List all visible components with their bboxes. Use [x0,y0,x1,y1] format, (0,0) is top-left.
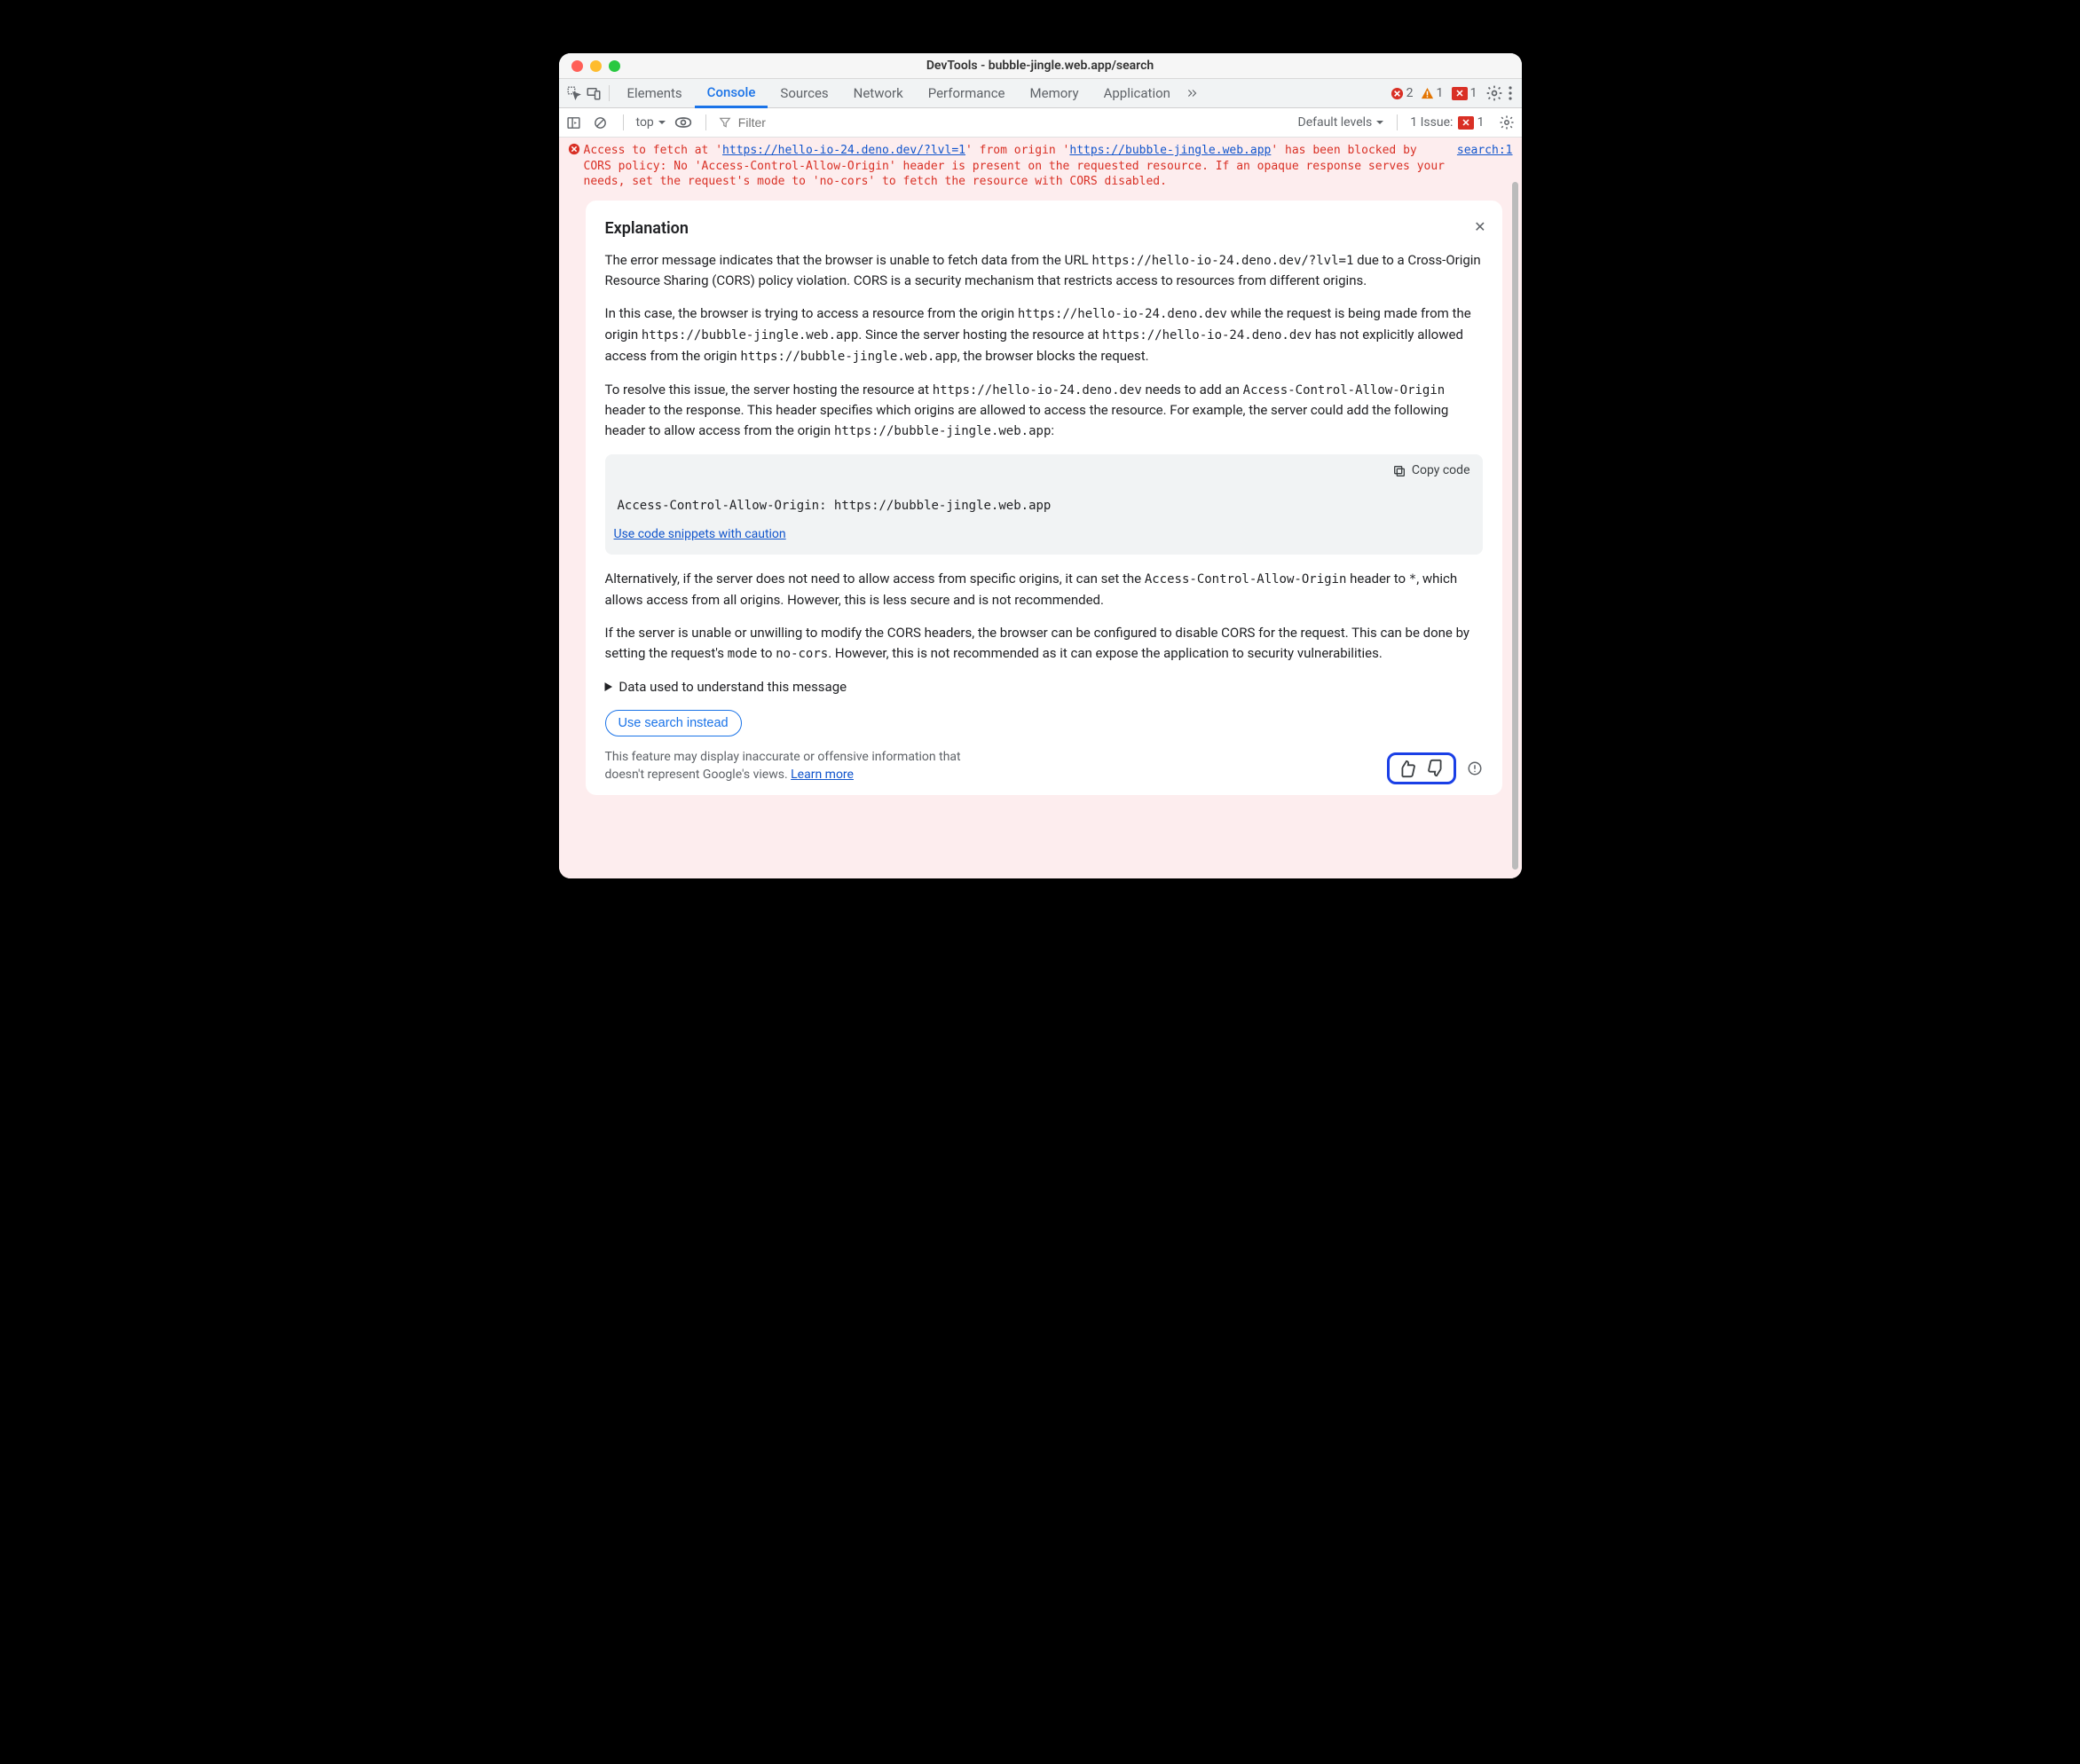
explanation-paragraph: Alternatively, if the server does not ne… [605,569,1483,610]
thumbs-down-icon[interactable] [1427,759,1446,778]
error-url1-link[interactable]: https://hello-io-24.deno.dev/?lvl=1 [722,144,965,157]
filter-text-input[interactable] [737,114,825,130]
tab-elements[interactable]: Elements [615,79,695,108]
report-icon[interactable] [1467,760,1483,776]
warning-count-badge[interactable]: 1 [1421,86,1444,100]
separator [705,114,706,130]
sidebar-toggle-icon[interactable] [564,113,584,132]
device-toolbar-icon[interactable] [584,83,603,103]
scrollbar[interactable] [1512,182,1518,870]
separator [609,85,610,101]
titlebar: DevTools - bubble-jingle.web.app/search [559,53,1522,79]
copy-code-button[interactable]: Copy code [605,454,1483,488]
console-settings-icon[interactable] [1497,113,1517,132]
explanation-paragraph: To resolve this issue, the server hostin… [605,380,1483,443]
window-title: DevTools - bubble-jingle.web.app/search [559,59,1522,73]
explanation-paragraph: If the server is unable or unwilling to … [605,623,1483,665]
console-toolbar: top Default levels 1 Issue: ✕ 1 [559,108,1522,138]
live-expression-icon[interactable] [674,113,693,132]
explanation-title: Explanation [605,217,1483,241]
separator [623,114,624,130]
copy-icon [1392,464,1406,478]
caution-link[interactable]: Use code snippets with caution [614,527,786,541]
log-levels-selector[interactable]: Default levels [1298,115,1385,130]
error-message-text: Access to fetch at 'https://hello-io-24.… [584,143,1446,190]
error-count-badge[interactable]: 2 [1391,86,1414,100]
console-body: Access to fetch at 'https://hello-io-24.… [559,138,1522,878]
tab-application[interactable]: Application [1091,79,1183,108]
use-search-button[interactable]: Use search instead [605,710,742,736]
tab-performance[interactable]: Performance [916,79,1018,108]
card-footer: This feature may display inaccurate or o… [605,749,1483,784]
inspect-icon[interactable] [564,83,584,103]
feedback-group [1387,752,1483,784]
issue-count-badge[interactable]: ✕ 1 [1450,86,1477,100]
disclaimer-text: This feature may display inaccurate or o… [605,749,996,784]
explanation-card: ✕ Explanation The error message indicate… [586,201,1502,795]
tab-console[interactable]: Console [695,79,768,108]
context-selector[interactable]: top [636,115,666,130]
data-used-details[interactable]: Data used to understand this message [605,677,1483,697]
code-block: Copy code Access-Control-Allow-Origin: h… [605,454,1483,555]
console-error-row[interactable]: Access to fetch at 'https://hello-io-24.… [559,138,1522,193]
separator [1397,114,1398,130]
issues-link[interactable]: 1 Issue: ✕ 1 [1410,115,1484,130]
clear-console-icon[interactable] [591,113,611,132]
issue-red-icon: ✕ [1458,116,1473,130]
more-tabs-icon[interactable] [1183,83,1202,103]
issue-red-icon: ✕ [1452,87,1467,100]
close-icon[interactable]: ✕ [1474,217,1485,239]
tab-memory[interactable]: Memory [1018,79,1091,108]
settings-icon[interactable] [1485,83,1504,103]
tab-sources[interactable]: Sources [768,79,840,108]
code-content: Access-Control-Allow-Origin: https://bub… [605,488,1483,520]
error-icon [568,143,584,190]
thumbs-up-icon[interactable] [1397,759,1416,778]
devtools-window: DevTools - bubble-jingle.web.app/search … [559,53,1522,878]
filter-input[interactable] [719,114,825,130]
learn-more-link[interactable]: Learn more [791,768,854,782]
devtools-tabstrip: Elements Console Sources Network Perform… [559,79,1522,108]
kebab-menu-icon[interactable] [1508,85,1513,101]
tab-network[interactable]: Network [841,79,916,108]
feedback-box [1387,752,1456,784]
data-used-summary[interactable]: Data used to understand this message [605,677,1483,697]
error-source-link[interactable]: search:1 [1457,143,1513,190]
explanation-paragraph: The error message indicates that the bro… [605,250,1483,292]
error-url2-link[interactable]: https://bubble-jingle.web.app [1069,144,1271,157]
explanation-paragraph: In this case, the browser is trying to a… [605,303,1483,366]
